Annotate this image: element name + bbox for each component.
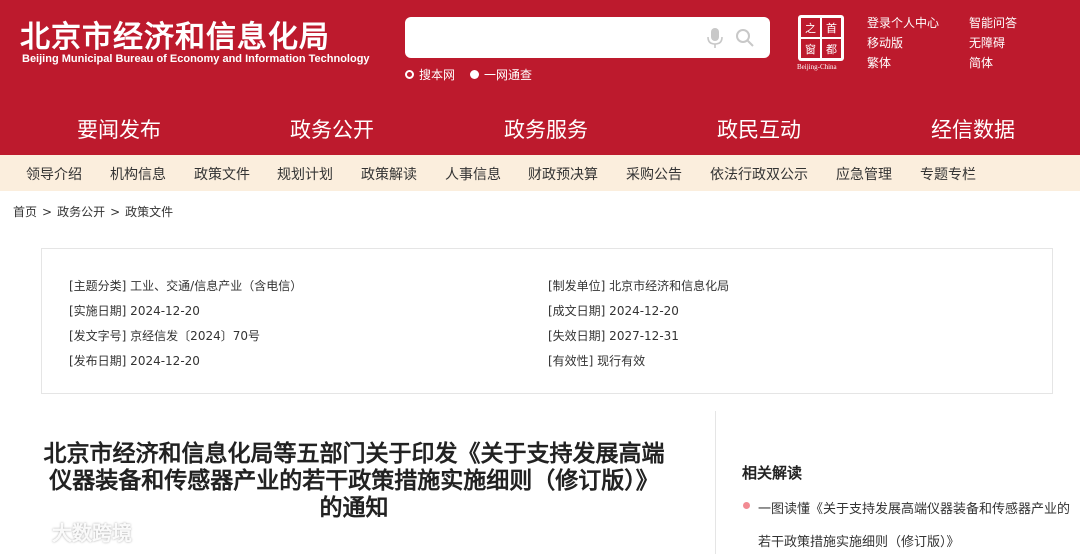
meta-topic: [主题分类] 工业、交通/信息产业（含电信） <box>69 279 303 293</box>
related-link[interactable]: 一图读懂《关于支持发展高端仪器装备和传感器产业的若干政策措施实施细则（修订版）》 <box>758 493 1074 554</box>
bullet-icon <box>743 502 750 509</box>
site-subtitle: Beijing Municipal Bureau of Economy and … <box>22 53 370 65</box>
subnav-emergency[interactable]: 应急管理 <box>836 164 892 184</box>
logo-char: 之 <box>801 18 820 37</box>
sub-nav: 领导介绍 机构信息 政策文件 规划计划 政策解读 人事信息 财政预决算 采购公告… <box>0 155 1080 191</box>
watermark: 大数跨境 <box>8 517 132 546</box>
meta-effective-date: [实施日期] 2024-12-20 <box>69 304 200 318</box>
nav-news[interactable]: 要闻发布 <box>77 114 161 144</box>
logo-char: 首 <box>822 18 841 37</box>
microphone-icon[interactable] <box>705 27 725 49</box>
site-title[interactable]: 北京市经济和信息化局 <box>20 12 330 56</box>
document-metadata: [主题分类] 工业、交通/信息产业（含电信） [制发单位] 北京市经济和信息化局… <box>41 248 1053 394</box>
subnav-plans[interactable]: 规划计划 <box>277 164 333 184</box>
login-link[interactable]: 登录个人中心 <box>867 14 939 31</box>
nav-gov-affairs[interactable]: 政务公开 <box>290 114 374 144</box>
meta-validity: [有效性] 现行有效 <box>548 354 646 368</box>
simplified-chinese-link[interactable]: 简体 <box>969 54 993 71</box>
watermark-logo-icon <box>10 521 48 543</box>
meta-document-number: [发文字号] 京经信发〔2024〕70号 <box>69 329 260 343</box>
nav-interaction[interactable]: 政民互动 <box>717 114 801 144</box>
breadcrumb-separator: > <box>110 205 121 219</box>
radio-icon <box>405 70 414 79</box>
subnav-procurement[interactable]: 采购公告 <box>626 164 682 184</box>
meta-written-date: [成文日期] 2024-12-20 <box>548 304 679 318</box>
meta-published-date: [发布日期] 2024-12-20 <box>69 354 200 368</box>
accessibility-link[interactable]: 无障碍 <box>969 34 1005 51</box>
scope-label-site: 搜本网 <box>419 68 456 82</box>
smart-qa-link[interactable]: 智能问答 <box>969 14 1017 31</box>
subnav-publicity[interactable]: 依法行政双公示 <box>710 164 808 184</box>
search-icon[interactable] <box>735 28 755 48</box>
breadcrumb-home[interactable]: 首页 <box>13 205 37 219</box>
scope-option-all[interactable]: 一网通查 <box>470 66 532 83</box>
subnav-personnel[interactable]: 人事信息 <box>445 164 501 184</box>
logo-char: 窗 <box>801 39 820 58</box>
meta-expiry-date: [失效日期] 2027-12-31 <box>548 329 679 343</box>
subnav-policy-docs[interactable]: 政策文件 <box>194 164 250 184</box>
column-divider <box>715 411 716 554</box>
traditional-chinese-link[interactable]: 繁体 <box>867 54 891 71</box>
search-input[interactable] <box>415 25 695 50</box>
logo-caption: Beijing-China <box>797 63 837 71</box>
main-nav: 要闻发布 政务公开 政务服务 政民互动 经信数据 <box>0 100 1080 155</box>
breadcrumb: 首页 > 政务公开 > 政策文件 <box>13 203 173 220</box>
scope-option-site[interactable]: 搜本网 <box>405 66 455 83</box>
breadcrumb-policy-docs[interactable]: 政策文件 <box>125 205 173 219</box>
nav-services[interactable]: 政务服务 <box>504 114 588 144</box>
capital-window-logo[interactable]: 之 首 窗 都 <box>798 15 844 61</box>
subnav-budget[interactable]: 财政预决算 <box>528 164 598 184</box>
logo-char: 都 <box>822 39 841 58</box>
nav-data[interactable]: 经信数据 <box>931 114 1015 144</box>
related-heading: 相关解读 <box>742 464 803 482</box>
meta-issuer: [制发单位] 北京市经济和信息化局 <box>548 279 730 293</box>
subnav-interpretation[interactable]: 政策解读 <box>361 164 417 184</box>
watermark-text: 大数跨境 <box>52 521 132 545</box>
breadcrumb-gov-affairs[interactable]: 政务公开 <box>57 205 105 219</box>
breadcrumb-separator: > <box>42 205 53 219</box>
subnav-leaders[interactable]: 领导介绍 <box>26 164 82 184</box>
scope-label-all: 一网通查 <box>484 68 533 82</box>
subnav-topics[interactable]: 专题专栏 <box>920 164 976 184</box>
article-title-line: 仪器装备和传感器产业的若干政策措施实施细则（修订版）》 <box>49 468 659 494</box>
article-title-line: 北京市经济和信息化局等五部门关于印发《关于支持发展高端 <box>43 441 665 467</box>
article-title: 北京市经济和信息化局等五部门关于印发《关于支持发展高端 仪器装备和传感器产业的若… <box>14 441 694 522</box>
subnav-organization[interactable]: 机构信息 <box>110 164 166 184</box>
mobile-version-link[interactable]: 移动版 <box>867 34 903 51</box>
radio-selected-icon <box>470 70 479 79</box>
site-header: 北京市经济和信息化局 Beijing Municipal Bureau of E… <box>0 0 1080 100</box>
